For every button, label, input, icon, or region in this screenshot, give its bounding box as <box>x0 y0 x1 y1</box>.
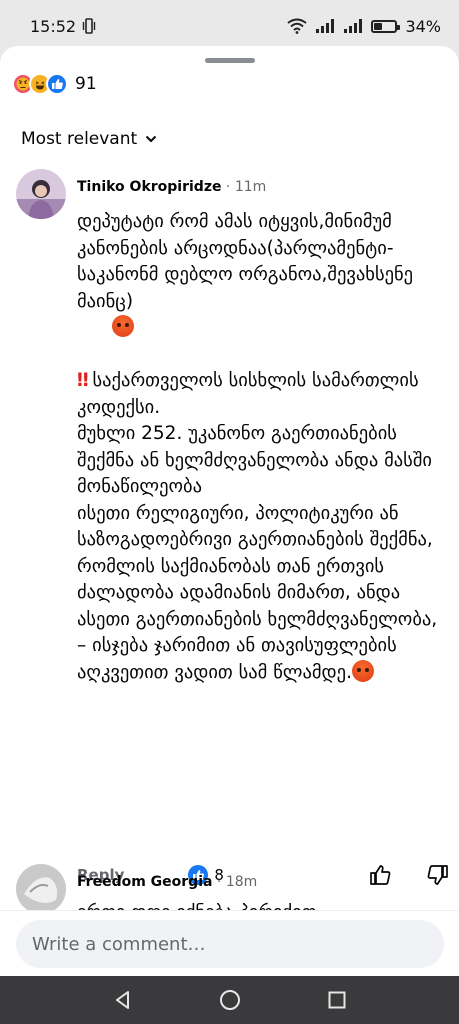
avatar[interactable] <box>16 169 66 219</box>
like-reaction-icon <box>46 73 68 95</box>
comment-paragraph: დეპუტატი რომ ამას იტყვის,მინიმუმ კანონებ… <box>77 211 419 312</box>
comments-sheet: 91 Most relevant Tiniko Okropiridze · 11… <box>0 46 459 976</box>
comment-time: 18m <box>225 874 258 890</box>
reaction-summary[interactable]: 91 <box>12 73 97 95</box>
comment-time: 11m <box>234 179 267 195</box>
comment-composer[interactable] <box>16 920 444 968</box>
battery-icon <box>371 19 401 33</box>
sort-dropdown[interactable]: Most relevant <box>21 129 157 149</box>
comment-header: Tiniko Okropiridze · 11m <box>77 179 267 195</box>
angry-face-emoji-icon <box>351 659 374 682</box>
angry-face-emoji-icon <box>112 315 135 337</box>
system-nav-bar <box>0 976 459 1024</box>
sort-label: Most relevant <box>21 129 138 149</box>
comment-item: Tiniko Okropiridze · 11m დეპუტატი რომ ამ… <box>16 169 448 885</box>
comment-body: დეპუტატი რომ ამას იტყვის,მინიმუმ კანონებ… <box>77 209 445 686</box>
signal-icon <box>344 19 363 33</box>
signal-icon <box>316 19 335 33</box>
back-icon[interactable] <box>113 990 133 1010</box>
avatar[interactable] <box>16 864 66 914</box>
comment-paragraph: საქართველოს სისხლის სამართლის კოდექსი. მ… <box>77 370 438 683</box>
chevron-down-icon <box>145 135 157 143</box>
battery-percent: 34% <box>405 16 441 36</box>
home-icon[interactable] <box>219 989 241 1011</box>
comment-header: Freedom Georgia · 18m <box>77 874 258 890</box>
comment-composer-bar <box>0 910 459 976</box>
status-bar: 15:52 34% <box>0 0 459 52</box>
reaction-count: 91 <box>75 74 97 94</box>
wifi-icon <box>287 18 308 34</box>
sheet-drag-handle[interactable] <box>204 58 255 63</box>
vibrate-icon <box>82 18 96 34</box>
double-exclamation-icon: ‼ <box>77 370 89 391</box>
comment-input[interactable] <box>32 933 428 955</box>
author-name[interactable]: Tiniko Okropiridze <box>77 179 221 195</box>
status-time: 15:52 <box>30 16 77 36</box>
recents-icon[interactable] <box>328 991 346 1009</box>
author-name[interactable]: Freedom Georgia <box>77 874 212 890</box>
